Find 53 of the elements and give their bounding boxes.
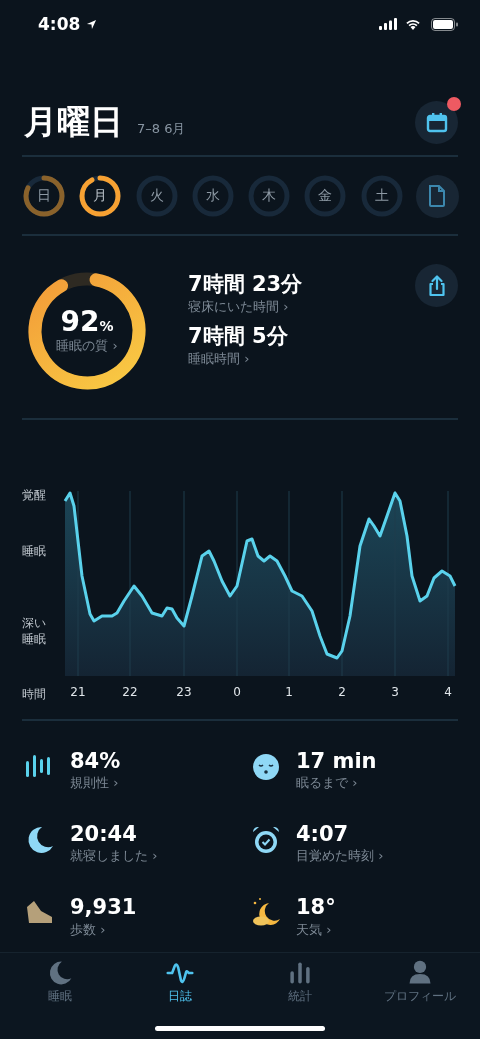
day-ring[interactable]: 土 xyxy=(359,174,404,218)
stat-value: 18° xyxy=(296,895,336,921)
day-title: 月曜日 xyxy=(24,101,123,143)
stat-link[interactable]: 規則性 › xyxy=(70,774,121,793)
day-ring[interactable]: 木 xyxy=(247,174,292,218)
duration-value: 7時間 5分 xyxy=(188,323,289,350)
wifi-icon xyxy=(405,18,421,30)
battery-icon xyxy=(431,17,458,31)
signal-icon xyxy=(379,18,397,30)
stat-link[interactable]: 目覚めた時刻 › xyxy=(296,847,384,866)
hour-label: 23 xyxy=(175,685,193,699)
hour-label: 22 xyxy=(121,685,139,699)
stat-value: 9,931 xyxy=(70,895,137,921)
date-range: 7–8 6月 xyxy=(137,119,186,138)
sleepy-face-icon xyxy=(250,751,282,783)
stat-value: 20:44 xyxy=(70,822,138,848)
document-icon xyxy=(427,184,448,208)
hour-label: 2 xyxy=(337,685,347,699)
hour-label: 1 xyxy=(284,685,294,699)
stat-link[interactable]: 眠るまで › xyxy=(296,774,377,793)
day-ring[interactable]: 水 xyxy=(190,174,235,218)
day-ring[interactable]: 月 xyxy=(78,174,123,218)
tab[interactable]: 統計 xyxy=(240,959,360,1005)
hour-label: 4 xyxy=(443,685,453,699)
share-icon xyxy=(426,274,447,297)
status-time: 4:08 xyxy=(38,14,81,34)
location-arrow-icon xyxy=(86,18,98,30)
duration-value: 7時間 23分 xyxy=(188,271,304,298)
quality-percent: 92% xyxy=(60,306,114,338)
stat-value: 17 min xyxy=(296,749,377,775)
stat-link[interactable]: 天気 › xyxy=(296,920,336,939)
day-ring[interactable]: 火 xyxy=(134,174,179,218)
hour-label: 21 xyxy=(69,685,87,699)
tab[interactable]: 日誌 xyxy=(120,959,240,1005)
stat-value: 4:07 xyxy=(296,822,350,848)
hour-label: 3 xyxy=(390,685,400,699)
quality-link[interactable]: 睡眠の質 › xyxy=(56,337,118,356)
calendar-icon xyxy=(425,111,448,134)
stage-label: 睡眠 xyxy=(22,544,47,560)
duration-link[interactable]: 睡眠時間 › xyxy=(188,350,415,368)
stat-value: 84% xyxy=(70,749,121,775)
stage-label: 深い睡眠 xyxy=(22,616,47,648)
tab[interactable]: プロフィール xyxy=(360,959,480,1005)
stat-link[interactable]: 就寝しました › xyxy=(70,847,158,866)
tab[interactable]: 睡眠 xyxy=(0,959,120,1005)
share-button[interactable] xyxy=(415,264,458,307)
day-ring[interactable]: 日 xyxy=(22,174,66,218)
hour-label: 0 xyxy=(232,685,242,699)
duration-link[interactable]: 寝床にいた時間 › xyxy=(188,298,415,316)
stat-link[interactable]: 歩数 › xyxy=(70,920,137,939)
axis-title: 時間 xyxy=(22,685,47,703)
day-ring[interactable]: 金 xyxy=(303,174,348,218)
stage-label: 覚醒 xyxy=(22,488,47,504)
